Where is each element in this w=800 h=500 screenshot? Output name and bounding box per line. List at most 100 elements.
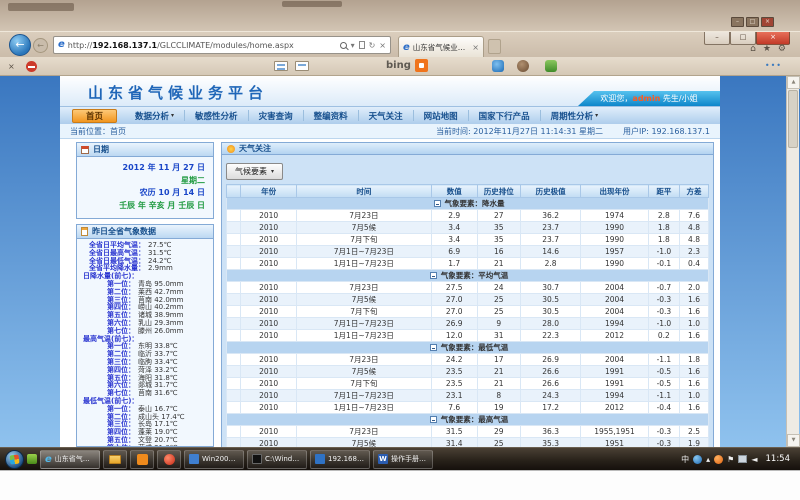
- taskbar-item-orange-app[interactable]: [130, 450, 154, 469]
- nav-item-label: 敏感性分析: [195, 110, 238, 122]
- collapse-icon[interactable]: [430, 272, 437, 279]
- close-icon[interactable]: ×: [761, 17, 774, 27]
- scrollbar-up-icon[interactable]: ▲: [787, 76, 800, 89]
- table-cell: 2010: [241, 438, 296, 448]
- table-cell: 2.8: [648, 210, 679, 222]
- refresh-icon[interactable]: ↻: [369, 41, 376, 50]
- compatibility-page-icon[interactable]: [359, 41, 365, 49]
- tools-gear-icon[interactable]: ⚙: [778, 44, 786, 54]
- nav-item-8[interactable]: 国家下行产品: [469, 110, 541, 121]
- forward-button[interactable]: ←: [33, 38, 48, 53]
- quick-launch-icon[interactable]: [27, 454, 37, 464]
- taskbar-item-word[interactable]: W操作手册.docx ...: [373, 450, 433, 469]
- table-cell: 1957: [581, 246, 648, 258]
- table-group-row[interactable]: 气象要素：降水量: [227, 198, 709, 210]
- maximize-icon[interactable]: □: [746, 17, 759, 27]
- ime-indicator[interactable]: 中: [681, 454, 689, 465]
- address-bar[interactable]: e http://192.168.137.1/GLCCLIMATE/module…: [53, 36, 391, 54]
- table-cell: 1991: [581, 366, 648, 378]
- collapse-icon[interactable]: [430, 416, 437, 423]
- search-icon[interactable]: [340, 42, 347, 49]
- taskbar-item-folder[interactable]: [103, 450, 127, 469]
- table-cell: 2004: [581, 306, 648, 318]
- addon-blue-icon[interactable]: [492, 60, 504, 72]
- table-cell: 21: [477, 378, 520, 390]
- collapse-icon[interactable]: [434, 200, 441, 207]
- table-header-cell: 历史排位: [477, 185, 520, 198]
- taskbar-clock[interactable]: 11:54: [766, 454, 791, 464]
- word-icon: W: [378, 454, 388, 464]
- new-tab-button[interactable]: [488, 39, 501, 54]
- bing-toolbar[interactable]: bing: [386, 59, 428, 72]
- weather-panel-header: 昨日全省气象数据: [77, 225, 213, 239]
- addon-pet-icon[interactable]: [517, 60, 529, 72]
- tray-volume-icon[interactable]: ◄: [751, 455, 757, 464]
- nav-item-1[interactable]: 首页: [72, 109, 117, 123]
- date-panel-body: 2012 年 11 月 27 日星期二农历 10 月 14 日壬辰 年 辛亥 月…: [77, 157, 213, 218]
- table-cell: 4.8: [680, 234, 709, 246]
- nav-item-4[interactable]: 灾害查询: [249, 110, 304, 121]
- table-group-row[interactable]: 气象要素：平均气温: [227, 270, 709, 282]
- browser-toolbar: ← ← e http://192.168.137.1/GLCCLIMATE/mo…: [0, 31, 800, 57]
- table-cell: 27: [477, 210, 520, 222]
- bing-badge-icon[interactable]: [415, 59, 428, 72]
- nav-item-3[interactable]: 敏感性分析: [185, 110, 249, 121]
- table-cell: 1.7: [431, 258, 477, 270]
- page-scrollbar[interactable]: ▲ ▼: [786, 76, 799, 447]
- taskbar-item-ie[interactable]: e山东省气候业...: [40, 450, 100, 469]
- table-cell: 2010: [241, 426, 296, 438]
- scrollbar-thumb[interactable]: [788, 90, 798, 148]
- scrollbar-down-icon[interactable]: ▼: [787, 434, 800, 447]
- table-cell: 2010: [241, 294, 296, 306]
- tray-fox-icon[interactable]: [714, 455, 723, 464]
- mail-icon[interactable]: [295, 61, 309, 71]
- tab-close-icon[interactable]: ×: [472, 43, 479, 52]
- tray-expand-icon[interactable]: ▴: [706, 455, 710, 464]
- table-cell: 14.6: [521, 246, 581, 258]
- table-cell: 26.9: [521, 354, 581, 366]
- table-cell: 28.0: [521, 318, 581, 330]
- table-cell: 2004: [581, 294, 648, 306]
- taskbar-item-media[interactable]: [157, 450, 181, 469]
- blocked-sign-icon[interactable]: [26, 61, 37, 72]
- nav-item-9[interactable]: 周期性分析▾: [541, 110, 609, 121]
- nav-item-label: 首页: [86, 110, 103, 122]
- url-text[interactable]: http://192.168.137.1/GLCCLIMATE/modules/…: [68, 41, 337, 50]
- table-cell: 7月1日~7月23日: [296, 318, 431, 330]
- taskbar-item-cmd[interactable]: C:\Windows\s...: [247, 450, 307, 469]
- table-cell: 7.6: [680, 210, 709, 222]
- climate-element-button[interactable]: 气候要素 ▾: [226, 163, 283, 180]
- nav-item-5[interactable]: 整编资料: [304, 110, 359, 121]
- table-cell: 1月1日~7月23日: [296, 402, 431, 414]
- nav-item-2[interactable]: 数据分析▾: [125, 110, 185, 121]
- date-line: 壬辰 年 辛亥 月 壬辰 日: [85, 200, 205, 213]
- collapse-icon[interactable]: [430, 344, 437, 351]
- more-options-icon[interactable]: •••: [765, 61, 782, 70]
- table-group-row[interactable]: 气象要素：最低气温: [227, 342, 709, 354]
- taskbar-item-vm[interactable]: Win2008 (VS2...: [184, 450, 244, 469]
- search-dropdown-icon[interactable]: ▾: [351, 41, 355, 50]
- start-button[interactable]: [5, 450, 24, 469]
- browser-tab[interactable]: e 山东省气候业务平... ×: [398, 36, 484, 58]
- favorites-star-icon[interactable]: ★: [763, 44, 771, 54]
- minimize-button[interactable]: –: [704, 32, 730, 45]
- minimize-icon[interactable]: –: [731, 17, 744, 27]
- row-select-cell: [227, 330, 241, 342]
- tray-app-icon[interactable]: [693, 455, 702, 464]
- nav-item-label: 国家下行产品: [479, 110, 530, 122]
- tray-network-icon[interactable]: [738, 455, 747, 463]
- nav-item-7[interactable]: 网站地图: [414, 110, 469, 121]
- table-cell: 7.6: [431, 402, 477, 414]
- toolbar-close-icon[interactable]: ×: [8, 62, 15, 71]
- addon-green-icon[interactable]: [545, 60, 557, 72]
- tray-flag-icon[interactable]: ⚑: [727, 455, 734, 464]
- taskbar-item-rdp[interactable]: 192.168.58.99...: [310, 450, 370, 469]
- contact-card-icon[interactable]: [274, 61, 288, 71]
- stop-icon[interactable]: ×: [379, 41, 386, 50]
- table-cell: 7月下旬: [296, 378, 431, 390]
- home-icon[interactable]: ⌂: [750, 44, 756, 54]
- nav-item-label: 整编资料: [314, 110, 348, 122]
- back-button[interactable]: ←: [9, 34, 31, 56]
- nav-item-6[interactable]: 天气关注: [359, 110, 414, 121]
- table-group-row[interactable]: 气象要素：最高气温: [227, 414, 709, 426]
